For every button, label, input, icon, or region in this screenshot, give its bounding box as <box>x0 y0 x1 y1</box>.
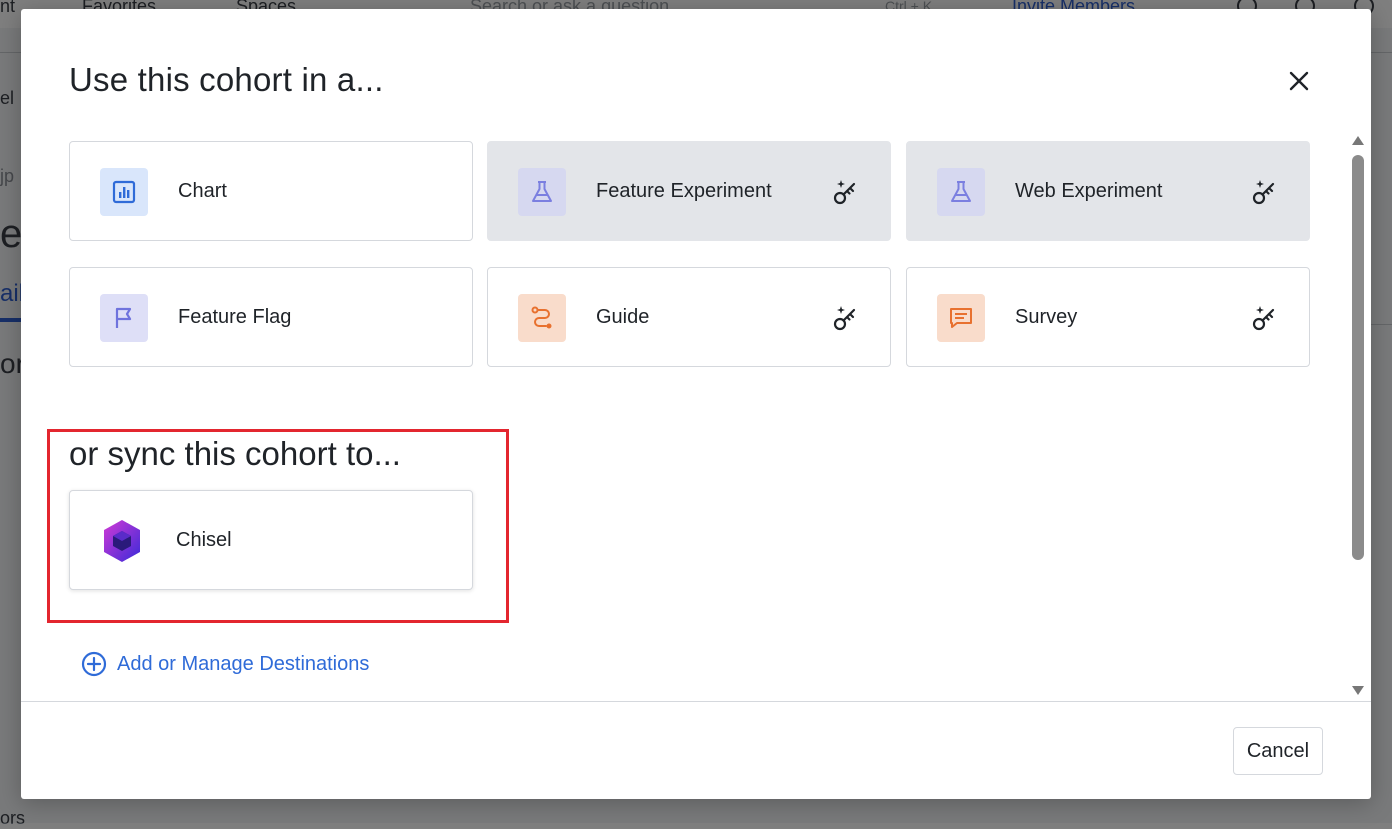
add-manage-destinations-link[interactable]: Add or Manage Destinations <box>81 651 369 677</box>
key-sparkle-icon <box>1252 306 1275 331</box>
option-card-guide[interactable]: Guide <box>487 267 891 367</box>
flask-icon <box>937 168 985 216</box>
option-label: Web Experiment <box>1015 180 1163 202</box>
key-sparkle-icon <box>833 306 856 331</box>
scroll-up-arrow[interactable] <box>1352 136 1364 145</box>
option-label: Feature Flag <box>178 306 292 328</box>
option-card-chart[interactable]: Chart <box>69 141 473 241</box>
option-label: Chart <box>178 180 227 202</box>
option-card-survey[interactable]: Survey <box>906 267 1310 367</box>
key-sparkle-icon <box>1252 180 1275 205</box>
option-card-feature-flag[interactable]: Feature Flag <box>69 267 473 367</box>
scrollbar-thumb[interactable] <box>1352 155 1364 560</box>
flask-icon <box>518 168 566 216</box>
close-icon <box>1289 71 1309 91</box>
modal-title: Use this cohort in a... <box>69 61 384 98</box>
use-cohort-modal: Use this cohort in a... Chart Feature Ex… <box>21 9 1371 799</box>
option-label: Survey <box>1015 306 1078 328</box>
scroll-down-arrow[interactable] <box>1352 686 1364 695</box>
close-button[interactable] <box>1283 65 1315 97</box>
flag-icon <box>100 294 148 342</box>
option-card-web-experiment[interactable]: Web Experiment <box>906 141 1310 241</box>
option-label: Guide <box>596 306 650 328</box>
route-icon <box>518 294 566 342</box>
chart-icon <box>100 168 148 216</box>
option-card-feature-experiment[interactable]: Feature Experiment <box>487 141 891 241</box>
add-destinations-label: Add or Manage Destinations <box>117 652 370 675</box>
cancel-button[interactable]: Cancel <box>1233 727 1323 775</box>
message-icon <box>937 294 985 342</box>
footer-divider <box>21 701 1371 702</box>
add-circle-icon <box>81 651 107 677</box>
option-label: Feature Experiment <box>596 180 772 202</box>
highlight-box <box>47 429 509 623</box>
key-sparkle-icon <box>833 180 856 205</box>
